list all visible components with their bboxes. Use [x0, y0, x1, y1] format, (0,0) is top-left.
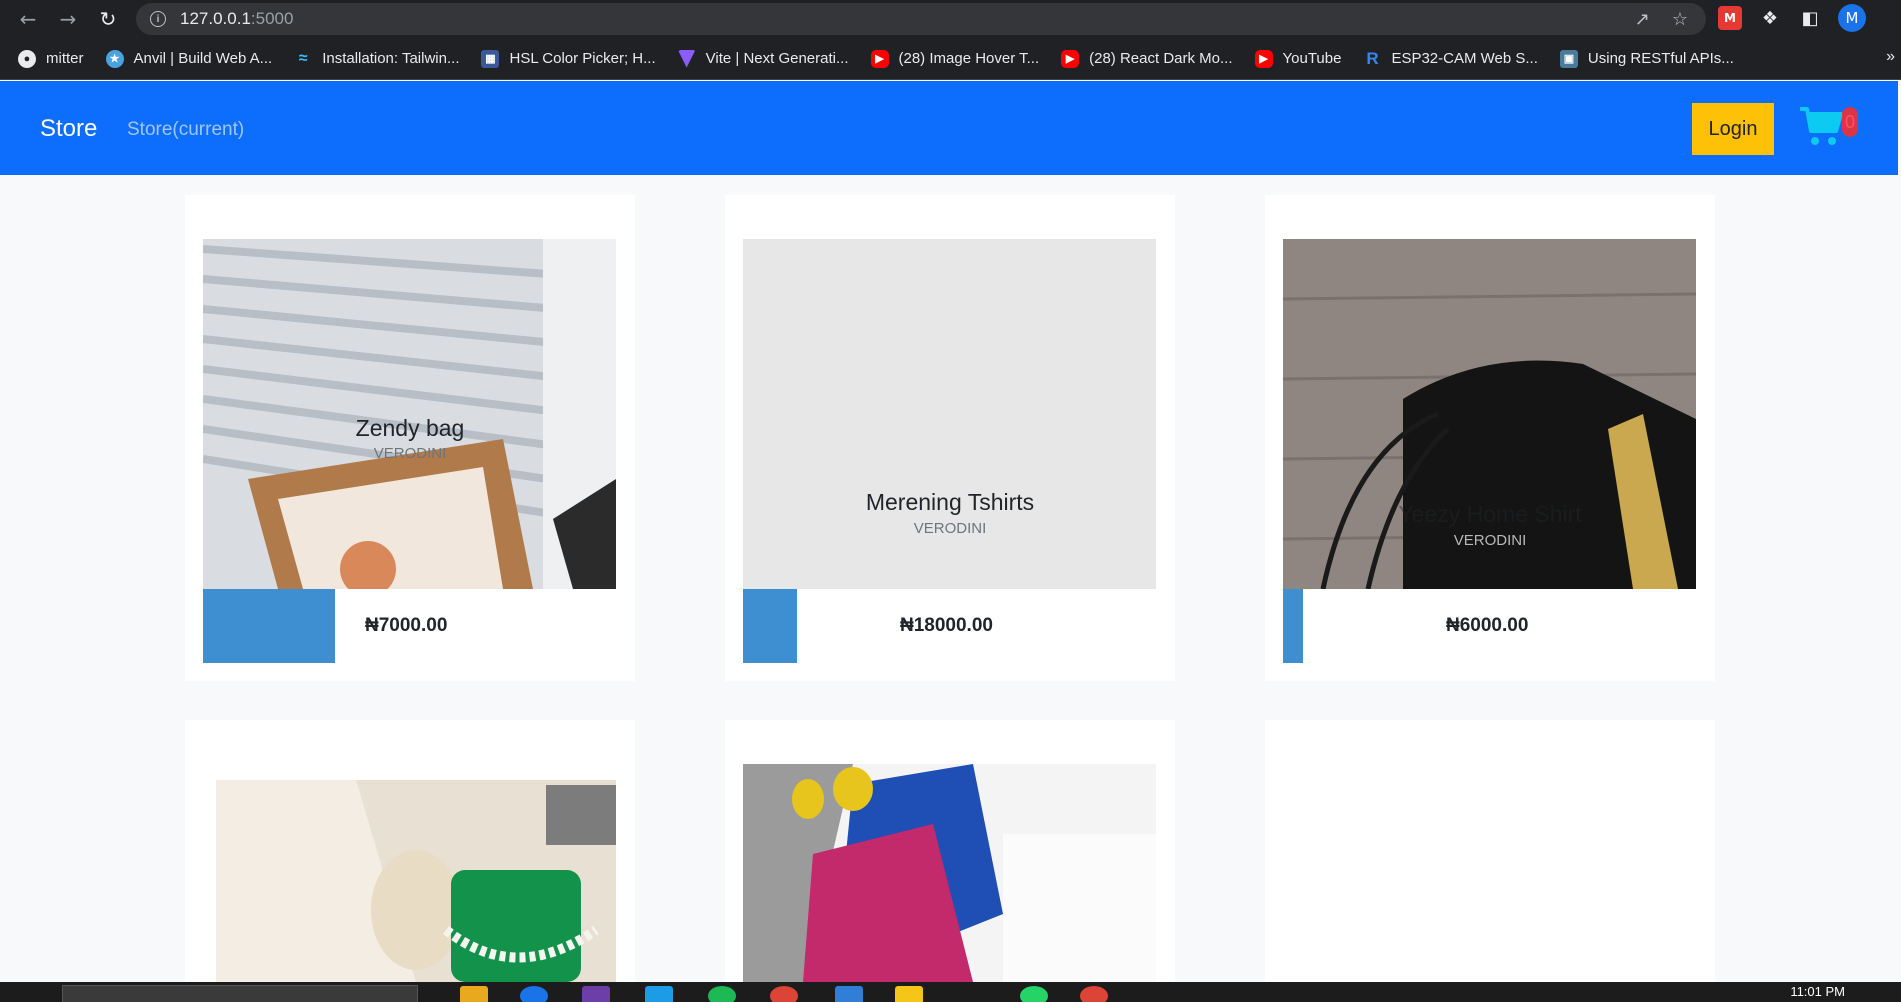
share-icon[interactable]: ↗ [1635, 9, 1650, 30]
product-image [203, 239, 616, 589]
file-explorer-icon[interactable] [460, 986, 488, 1002]
bookmark-item[interactable]: ▶ YouTube [1254, 49, 1341, 68]
address-bar[interactable]: i 127.0.0.1:5000 ↗ ☆ [136, 3, 1706, 35]
product-title: Merening Tshirts [865, 489, 1035, 515]
chrome-icon[interactable] [770, 986, 798, 1002]
navbar-brand[interactable]: Store [40, 115, 97, 143]
tailwind-icon: ≈ [298, 49, 308, 67]
product-title: Zendy bag [355, 415, 465, 441]
url-text: 127.0.0.1:5000 [180, 9, 294, 28]
youtube-icon: ▶ [1254, 49, 1273, 68]
product-image [743, 764, 1156, 982]
hsl-icon: ▦ [481, 49, 500, 68]
taskbar-search[interactable] [62, 985, 418, 1002]
vscode-icon[interactable] [835, 986, 863, 1002]
product-card: Zendy bag VERODINI ₦7000.00 [185, 195, 635, 681]
forward-icon[interactable]: → [54, 5, 82, 33]
r-icon: R [1366, 48, 1379, 68]
product-card [185, 720, 635, 982]
add-to-cart-button[interactable] [203, 589, 335, 663]
product-brand: VERODINI [1453, 532, 1527, 549]
youtube-icon: ▶ [1061, 49, 1080, 68]
cart-icon [1800, 107, 1843, 145]
bookmark-item[interactable]: ▣ Using RESTful APIs... [1559, 49, 1734, 68]
product-brand: VERODINI [373, 445, 447, 462]
youtube-icon: ▶ [870, 49, 889, 68]
taskbar-clock[interactable]: 11:01 PM [1790, 984, 1845, 999]
vite-icon [677, 49, 696, 68]
bookmarks-bar: ● mitter ★ Anvil | Build Web A... ≈ Install… [0, 38, 1901, 80]
bookmark-item[interactable]: ▦ HSL Color Picker; H... [481, 49, 656, 68]
whatsapp-icon[interactable] [1020, 986, 1048, 1002]
product-image [216, 780, 616, 982]
back-icon[interactable]: ← [14, 5, 42, 33]
app-icon[interactable] [1080, 986, 1108, 1002]
nav-link-store[interactable]: Store(current) [127, 119, 244, 141]
product-price: ₦18000.00 [900, 615, 993, 636]
reload-icon[interactable]: ↻ [94, 5, 122, 33]
profile-avatar[interactable]: M [1838, 4, 1866, 32]
login-button[interactable]: Login [1692, 103, 1774, 155]
product-price: ₦7000.00 [365, 615, 448, 636]
product-brand: VERODINI [913, 520, 987, 537]
side-panel-icon[interactable]: ◧ [1798, 6, 1822, 30]
app-icon[interactable] [895, 986, 923, 1002]
app-icon[interactable] [520, 986, 548, 1002]
product-title: Yeezy Home Shirt [1398, 501, 1582, 527]
globe-icon: ● [18, 49, 36, 68]
more-bookmarks-icon[interactable]: » [1886, 48, 1895, 66]
site-info-icon[interactable]: i [150, 11, 166, 27]
bookmark-item[interactable]: ▶ (28) React Dark Mo... [1061, 49, 1233, 68]
product-card [725, 720, 1175, 982]
product-price: ₦6000.00 [1446, 615, 1529, 636]
bookmark-item[interactable]: ★ Anvil | Build Web A... [105, 49, 272, 68]
browser-toolbar: ← → ↻ i 127.0.0.1:5000 ↗ ☆ M ❖ ◧ M [0, 0, 1901, 38]
bookmark-item[interactable]: R ESP32-CAM Web S... [1363, 48, 1538, 68]
app-navbar: Store Store(current) Login 0 [0, 81, 1898, 175]
cart-button[interactable]: 0 [1798, 101, 1858, 157]
extension-icon[interactable]: M [1718, 6, 1742, 30]
puzzle-icon[interactable]: ❖ [1758, 6, 1782, 30]
bookmark-star-icon[interactable]: ☆ [1672, 9, 1688, 30]
bookmark-item[interactable]: ▶ (28) Image Hover T... [870, 49, 1039, 68]
app-icon[interactable] [645, 986, 673, 1002]
rest-icon: ▣ [1559, 49, 1578, 68]
anvil-icon: ★ [105, 49, 124, 68]
add-to-cart-button[interactable] [743, 589, 797, 663]
bookmark-item[interactable]: ≈ Installation: Tailwin... [294, 49, 460, 68]
app-icon[interactable] [582, 986, 610, 1002]
os-taskbar: 11:01 PM [0, 982, 1901, 1002]
product-card [1265, 720, 1715, 982]
cart-count-badge: 0 [1842, 107, 1858, 137]
product-card: Yeezy Home Shirt VERODINI ₦6000.00 [1265, 195, 1715, 681]
bookmark-item[interactable]: Vite | Next Generati... [677, 49, 849, 68]
add-to-cart-button[interactable] [1283, 589, 1303, 663]
spotify-icon[interactable] [708, 986, 736, 1002]
bookmark-item[interactable]: ● mitter [18, 49, 84, 68]
product-card: Merening Tshirts VERODINI ₦18000.00 [725, 195, 1175, 681]
